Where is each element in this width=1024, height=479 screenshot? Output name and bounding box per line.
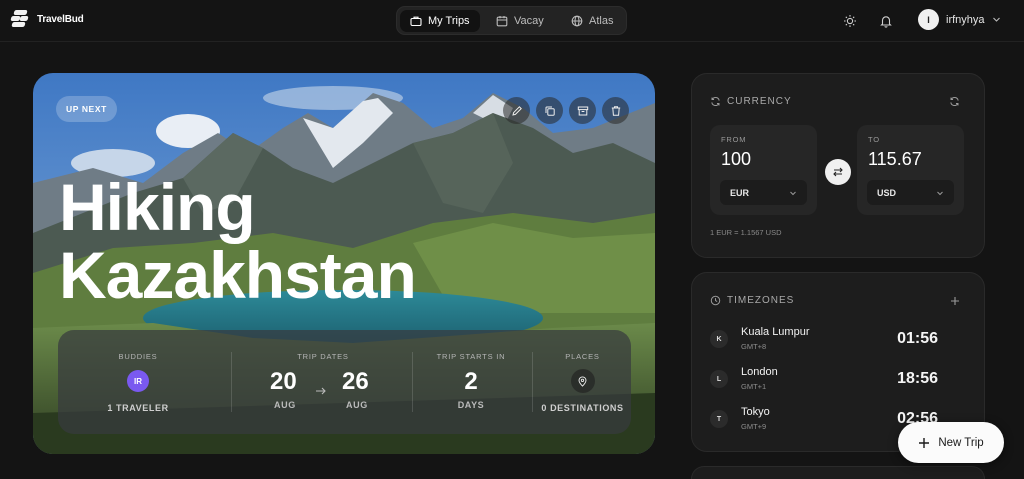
divider [532, 352, 533, 412]
chevron-down-icon [992, 17, 1000, 22]
buddies-label: BUDDIES [118, 352, 158, 361]
plus-icon[interactable] [950, 296, 960, 306]
stat-buddies: BUDDIES IR 1 TRAVELER [58, 330, 218, 434]
starts-in-label: TRIP STARTS IN [436, 352, 506, 361]
starts-in-unit: DAYS [457, 400, 485, 410]
tab-my-trips[interactable]: My Trips [400, 10, 480, 32]
trip-title: Hiking Kazakhstan [59, 170, 417, 312]
bell-icon[interactable] [879, 14, 893, 28]
refresh-icon [711, 97, 720, 106]
from-box: FROM 100 EUR [710, 125, 817, 215]
timezone-city: London [741, 366, 778, 378]
from-amount-input[interactable]: 100 [721, 149, 751, 170]
archive-button[interactable] [569, 97, 596, 124]
to-label: TO [868, 135, 880, 144]
to-currency-select[interactable]: USD [867, 180, 954, 205]
buddies-count: 1 TRAVELER [107, 403, 169, 413]
up-next-badge: UP NEXT [56, 96, 117, 122]
places-count: 0 DESTINATIONS [541, 403, 624, 413]
chevron-down-icon [937, 191, 943, 196]
timezone-time: 18:56 [897, 370, 938, 387]
end-month: AUG [346, 400, 368, 410]
arrow-right-icon [316, 387, 326, 395]
tab-vacay-label: Vacay [514, 15, 544, 27]
tab-atlas-label: Atlas [589, 15, 614, 27]
map-pin-icon [578, 375, 587, 387]
archive-icon [577, 106, 588, 115]
trip-title-line2: Kazakhstan [59, 238, 417, 312]
timezone-offset: GMT+9 [741, 422, 767, 431]
stat-starts-in: TRIP STARTS IN 2 DAYS [413, 330, 529, 434]
sun-icon[interactable] [843, 14, 857, 28]
clock-icon [710, 295, 721, 306]
timezone-city: Kuala Lumpur [741, 326, 810, 338]
timezone-initial: T [710, 410, 728, 428]
stat-places: PLACES 0 DESTINATIONS [534, 330, 631, 434]
timezone-initial: K [710, 330, 728, 348]
timezones-title: TIMEZONES [710, 295, 794, 306]
to-box: TO 115.67 USD [857, 125, 964, 215]
end-day: 26 [342, 368, 369, 395]
currency-title: CURRENCY [710, 96, 792, 107]
chevron-down-icon [790, 191, 796, 196]
trash-icon [611, 105, 620, 116]
buddy-avatar[interactable]: IR [127, 370, 149, 392]
from-currency-select[interactable]: EUR [720, 180, 807, 205]
copy-icon [545, 106, 555, 116]
globe-icon [571, 15, 583, 27]
currency-card: CURRENCY FROM 100 EUR TO 115.67 USD 1 EU… [691, 73, 985, 258]
next-card [691, 466, 985, 479]
delete-button[interactable] [602, 97, 629, 124]
to-amount: 115.67 [868, 149, 922, 169]
timezone-initial: L [710, 370, 728, 388]
user-menu[interactable]: I irfnyhya [918, 9, 1001, 30]
new-trip-button[interactable]: New Trip [898, 422, 1004, 463]
currency-title-text: CURRENCY [727, 96, 792, 107]
new-trip-label: New Trip [938, 436, 984, 449]
to-currency-value: USD [877, 187, 897, 198]
trip-stats-panel: BUDDIES IR 1 TRAVELER TRIP DATES 20 AUG … [58, 330, 631, 434]
timezone-time: 01:56 [897, 330, 938, 347]
main-nav: My Trips Vacay Atlas [396, 6, 627, 35]
trip-title-line1: Hiking [59, 170, 256, 244]
top-bar: TravelBud My Trips Vacay Atlas I irfnyhy… [0, 0, 1024, 42]
logo-text: TravelBud [37, 13, 84, 25]
trip-hero-card[interactable]: UP NEXT Hiking Kazakhstan BUDDIES IR 1 T… [33, 73, 655, 454]
refresh-rates-icon[interactable] [949, 96, 960, 107]
places-button[interactable] [570, 369, 595, 393]
from-currency-value: EUR [730, 187, 750, 198]
start-day: 20 [270, 368, 297, 395]
calendar-icon [496, 16, 508, 27]
tab-my-trips-label: My Trips [428, 15, 470, 27]
user-name: irfnyhya [946, 13, 985, 26]
timezone-city: Tokyo [741, 406, 770, 418]
swap-icon [833, 167, 843, 177]
from-label: FROM [721, 135, 747, 144]
divider [231, 352, 232, 412]
duplicate-button[interactable] [536, 97, 563, 124]
start-month: AUG [274, 400, 296, 410]
app-logo[interactable]: TravelBud [10, 9, 84, 29]
trip-dates-label: TRIP DATES [297, 352, 349, 361]
trip-actions [503, 97, 629, 124]
edit-button[interactable] [503, 97, 530, 124]
avatar: I [918, 9, 939, 30]
timezone-row[interactable]: K Kuala Lumpur GMT+8 01:56 [710, 324, 968, 354]
timezone-row[interactable]: L London GMT+1 18:56 [710, 364, 968, 394]
swap-currency-button[interactable] [825, 159, 851, 185]
timezones-title-text: TIMEZONES [727, 295, 795, 306]
logo-icon [10, 9, 30, 29]
tab-atlas[interactable]: Atlas [561, 10, 623, 32]
pencil-icon [511, 105, 522, 116]
tab-vacay[interactable]: Vacay [486, 10, 554, 32]
starts-in-value: 2 [464, 368, 478, 395]
timezone-offset: GMT+1 [741, 382, 767, 391]
stat-trip-dates: TRIP DATES 20 AUG 26 AUG [233, 330, 413, 434]
briefcase-icon [410, 16, 422, 27]
exchange-rate: 1 EUR = 1.1567 USD [710, 228, 782, 237]
plus-icon [919, 437, 930, 448]
timezone-offset: GMT+8 [741, 342, 767, 351]
places-label: PLACES [565, 352, 600, 361]
